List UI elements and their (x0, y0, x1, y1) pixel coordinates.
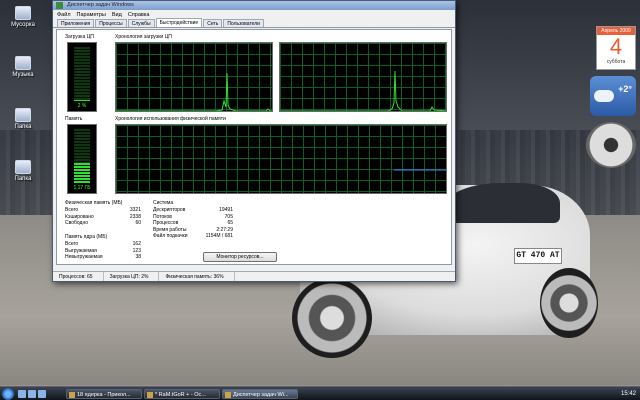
status-processes: Процессов: 65 (53, 272, 104, 281)
folder-icon (15, 160, 31, 174)
kernel-memory-group: Память ядра (МБ) Всего 162 Выгружаемая 123… (65, 234, 141, 261)
quick-launch (18, 390, 46, 398)
cpu-history-line-core1 (116, 72, 272, 111)
taskbar-button-3[interactable]: Диспетчер задач Wi... (222, 389, 298, 399)
memory-history-line (394, 169, 446, 171)
music-icon (15, 56, 31, 70)
menu-help[interactable]: Справка (128, 12, 150, 18)
system-heading: Система (153, 200, 174, 206)
desktop-icon-folder-2[interactable]: Папка (6, 160, 40, 182)
stat-row: Свободно 60 (65, 220, 141, 226)
window-title[interactable]: Диспетчер задач Windows (53, 1, 455, 10)
status-cpu: Загрузка ЦП: 2% (104, 272, 160, 281)
start-button[interactable] (2, 388, 14, 400)
cloud-icon (594, 90, 614, 102)
cpu-usage-fill (74, 100, 90, 101)
physical-memory-group: Физическая память (МБ) Всего 3321 Кэширов… (65, 200, 141, 227)
tab-users[interactable]: Пользователи (223, 19, 264, 27)
memory-value: 1,17 ГБ (73, 185, 91, 191)
car-wheel-front (292, 278, 372, 358)
taskbar-button-1[interactable]: 18 ядерка - Прикол... (66, 389, 142, 399)
car-wheel-rear (540, 268, 598, 338)
tab-strip: Приложения Процессы Службы Быстродействи… (53, 18, 455, 28)
weather-temp: +2° (618, 84, 632, 94)
physical-memory-heading: Физическая память (МБ) (65, 200, 123, 206)
memory-history-label: Хронология использования физической памя… (115, 116, 226, 122)
tab-performance[interactable]: Быстродействие (155, 18, 203, 27)
car-plate: GT 470 AT (514, 248, 562, 264)
weather-gadget[interactable]: +2° (590, 76, 636, 116)
taskbar: 18 ядерка - Прикол... * RaM.tGoR + - Ос.… (0, 386, 640, 400)
cpu-usage-label: Загрузка ЦП (65, 34, 94, 40)
desktop-icon-music[interactable]: Музыка (6, 56, 40, 78)
taskbar-button-2[interactable]: * RaM.tGoR + - Ос... (144, 389, 220, 399)
cpu-history-line-core2 (280, 70, 446, 111)
system-group: Система Дескрипторов 19491 Потоков 705 Про… (153, 200, 233, 240)
cpu-usage-meter: 2 % (67, 42, 97, 112)
status-bar: Процессов: 65 Загрузка ЦП: 2% Физическая… (53, 271, 455, 281)
clock[interactable]: 15:42 (621, 388, 636, 400)
resource-monitor-button[interactable]: Монитор ресурсов... (203, 252, 277, 262)
status-memory: Физическая память: 36% (159, 272, 235, 281)
desktop-icon-recycle[interactable]: Мусорка (6, 6, 40, 28)
calendar-day: 4 (609, 34, 623, 59)
tab-processes[interactable]: Процессы (95, 19, 127, 27)
recycle-bin-icon (15, 6, 31, 20)
tab-services[interactable]: Службы (127, 19, 155, 27)
desktop-icon-folder-1[interactable]: Папка (6, 108, 40, 130)
stat-row: Невыгружаемая 38 (65, 254, 141, 260)
menu-file[interactable]: Файл (57, 12, 71, 18)
calendar-weekday: суббота (606, 59, 626, 65)
switch-windows-icon[interactable] (28, 390, 36, 398)
tab-applications[interactable]: Приложения (57, 19, 95, 27)
memory-meter: 1,17 ГБ (67, 124, 97, 194)
menu-options[interactable]: Параметры (77, 12, 106, 18)
folder-icon (15, 108, 31, 122)
cpu-history-label: Хронология загрузки ЦП (115, 34, 172, 40)
browser-icon[interactable] (38, 390, 46, 398)
menu-view[interactable]: Вид (112, 12, 122, 18)
cpu-usage-value: 2 % (77, 103, 87, 109)
memory-label: Память (65, 116, 83, 122)
tab-network[interactable]: Сеть (203, 19, 223, 27)
memory-fill (74, 163, 90, 183)
menu-bar: Файл Параметры Вид Справка (53, 10, 455, 19)
task-manager-window[interactable]: Диспетчер задач Windows Файл Параметры В… (52, 0, 456, 282)
calendar-gadget[interactable]: Апрель 2009 4 суббота (596, 26, 636, 70)
cpu-history-graph-core2 (279, 42, 447, 112)
performance-panel: Загрузка ЦП 2 % Хронология загрузки ЦП П… (56, 29, 452, 265)
show-desktop-icon[interactable] (18, 390, 26, 398)
memory-history-graph (115, 124, 447, 194)
kernel-memory-heading: Память ядра (МБ) (65, 234, 108, 240)
cpu-history-graph-core1 (115, 42, 273, 112)
stat-row: Файл подкачки 1154M / 681 (153, 233, 233, 239)
cpu-meter-gadget[interactable] (586, 122, 636, 168)
